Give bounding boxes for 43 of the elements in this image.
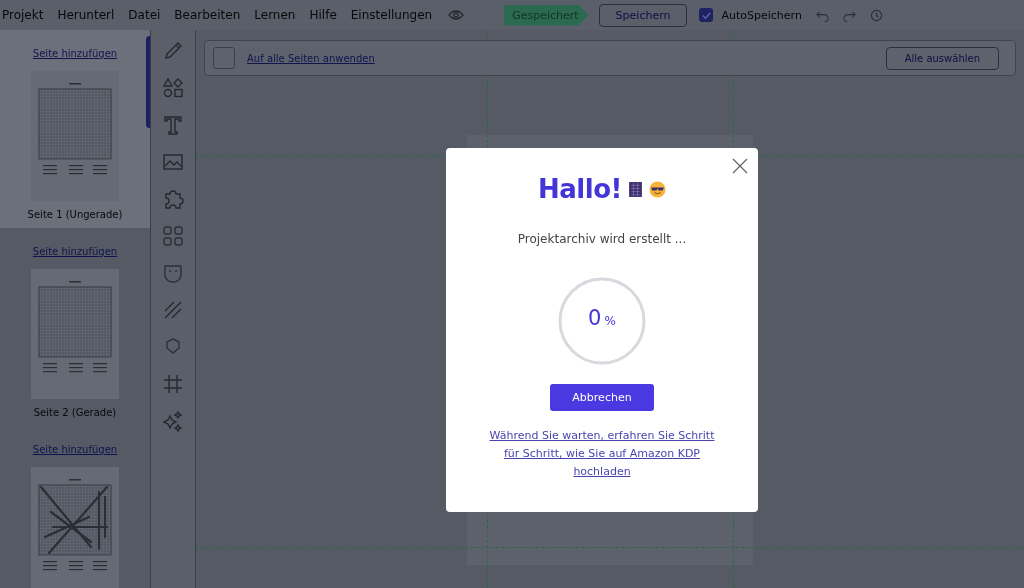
apply-all-link[interactable]: Auf alle Seiten anwenden (247, 52, 375, 64)
autosave-label: AutoSpeichern (721, 8, 802, 22)
autosave-checkbox[interactable] (699, 8, 714, 22)
menu-item[interactable]: Hilfe (309, 8, 337, 22)
notebook-icon (626, 180, 644, 198)
history-icon[interactable] (869, 8, 883, 22)
pencil-icon[interactable] (162, 40, 184, 62)
puzzle-icon[interactable] (162, 188, 184, 210)
text-icon[interactable] (162, 114, 184, 136)
menu-item[interactable]: Lernen (254, 8, 296, 22)
hashtag-icon[interactable] (162, 373, 184, 395)
shapes-icon[interactable] (162, 77, 184, 99)
select-all-button[interactable]: Alle auswählen (885, 46, 999, 70)
menu-item[interactable]: Herunterl (57, 8, 115, 22)
tutorial-link[interactable]: Während Sie warten, erfahren Sie Schritt für Schritt, wie Sie auf Amazon KDP hochladen (487, 427, 717, 481)
grid-icon[interactable] (162, 225, 184, 247)
page-thumbnail[interactable] (31, 71, 119, 201)
apply-all-checkbox[interactable] (213, 47, 235, 69)
menu-item[interactable]: Bearbeiten (174, 8, 241, 22)
page-thumbnail[interactable] (31, 269, 119, 399)
selected-page-background[interactable]: Seite hinzufügen Seite 1 (Ungerade) (0, 30, 150, 228)
menu-item[interactable]: Datei (128, 8, 161, 22)
progress-value: 0 (588, 306, 602, 330)
menu-item[interactable]: Projekt (2, 8, 44, 22)
cancel-button[interactable]: Abbrechen (550, 384, 654, 411)
status-text: Projektarchiv wird erstellt ... (517, 232, 687, 246)
menu-item[interactable]: Einstellungen (350, 8, 433, 22)
page-caption: Seite 2 (Gerade) (33, 407, 117, 418)
page-caption: Seite 1 (Ungerade) (27, 209, 123, 220)
image-icon[interactable] (162, 151, 184, 173)
mask-icon[interactable] (162, 262, 184, 284)
dialog-title: Hallo! (538, 174, 622, 204)
page-thumbnail[interactable] (31, 467, 119, 588)
stripes-icon[interactable] (162, 299, 184, 321)
add-page-link[interactable]: Seite hinzufügen (32, 444, 118, 455)
add-page-link[interactable]: Seite hinzufügen (32, 48, 118, 59)
close-icon[interactable] (732, 158, 748, 174)
sunglasses-face-icon (648, 180, 666, 198)
add-page-link[interactable]: Seite hinzufügen (32, 246, 118, 257)
eye-icon[interactable] (448, 9, 465, 21)
save-button[interactable]: Speichern (598, 3, 688, 27)
progress-unit: % (604, 314, 616, 328)
sparkle-icon[interactable] (162, 410, 184, 432)
